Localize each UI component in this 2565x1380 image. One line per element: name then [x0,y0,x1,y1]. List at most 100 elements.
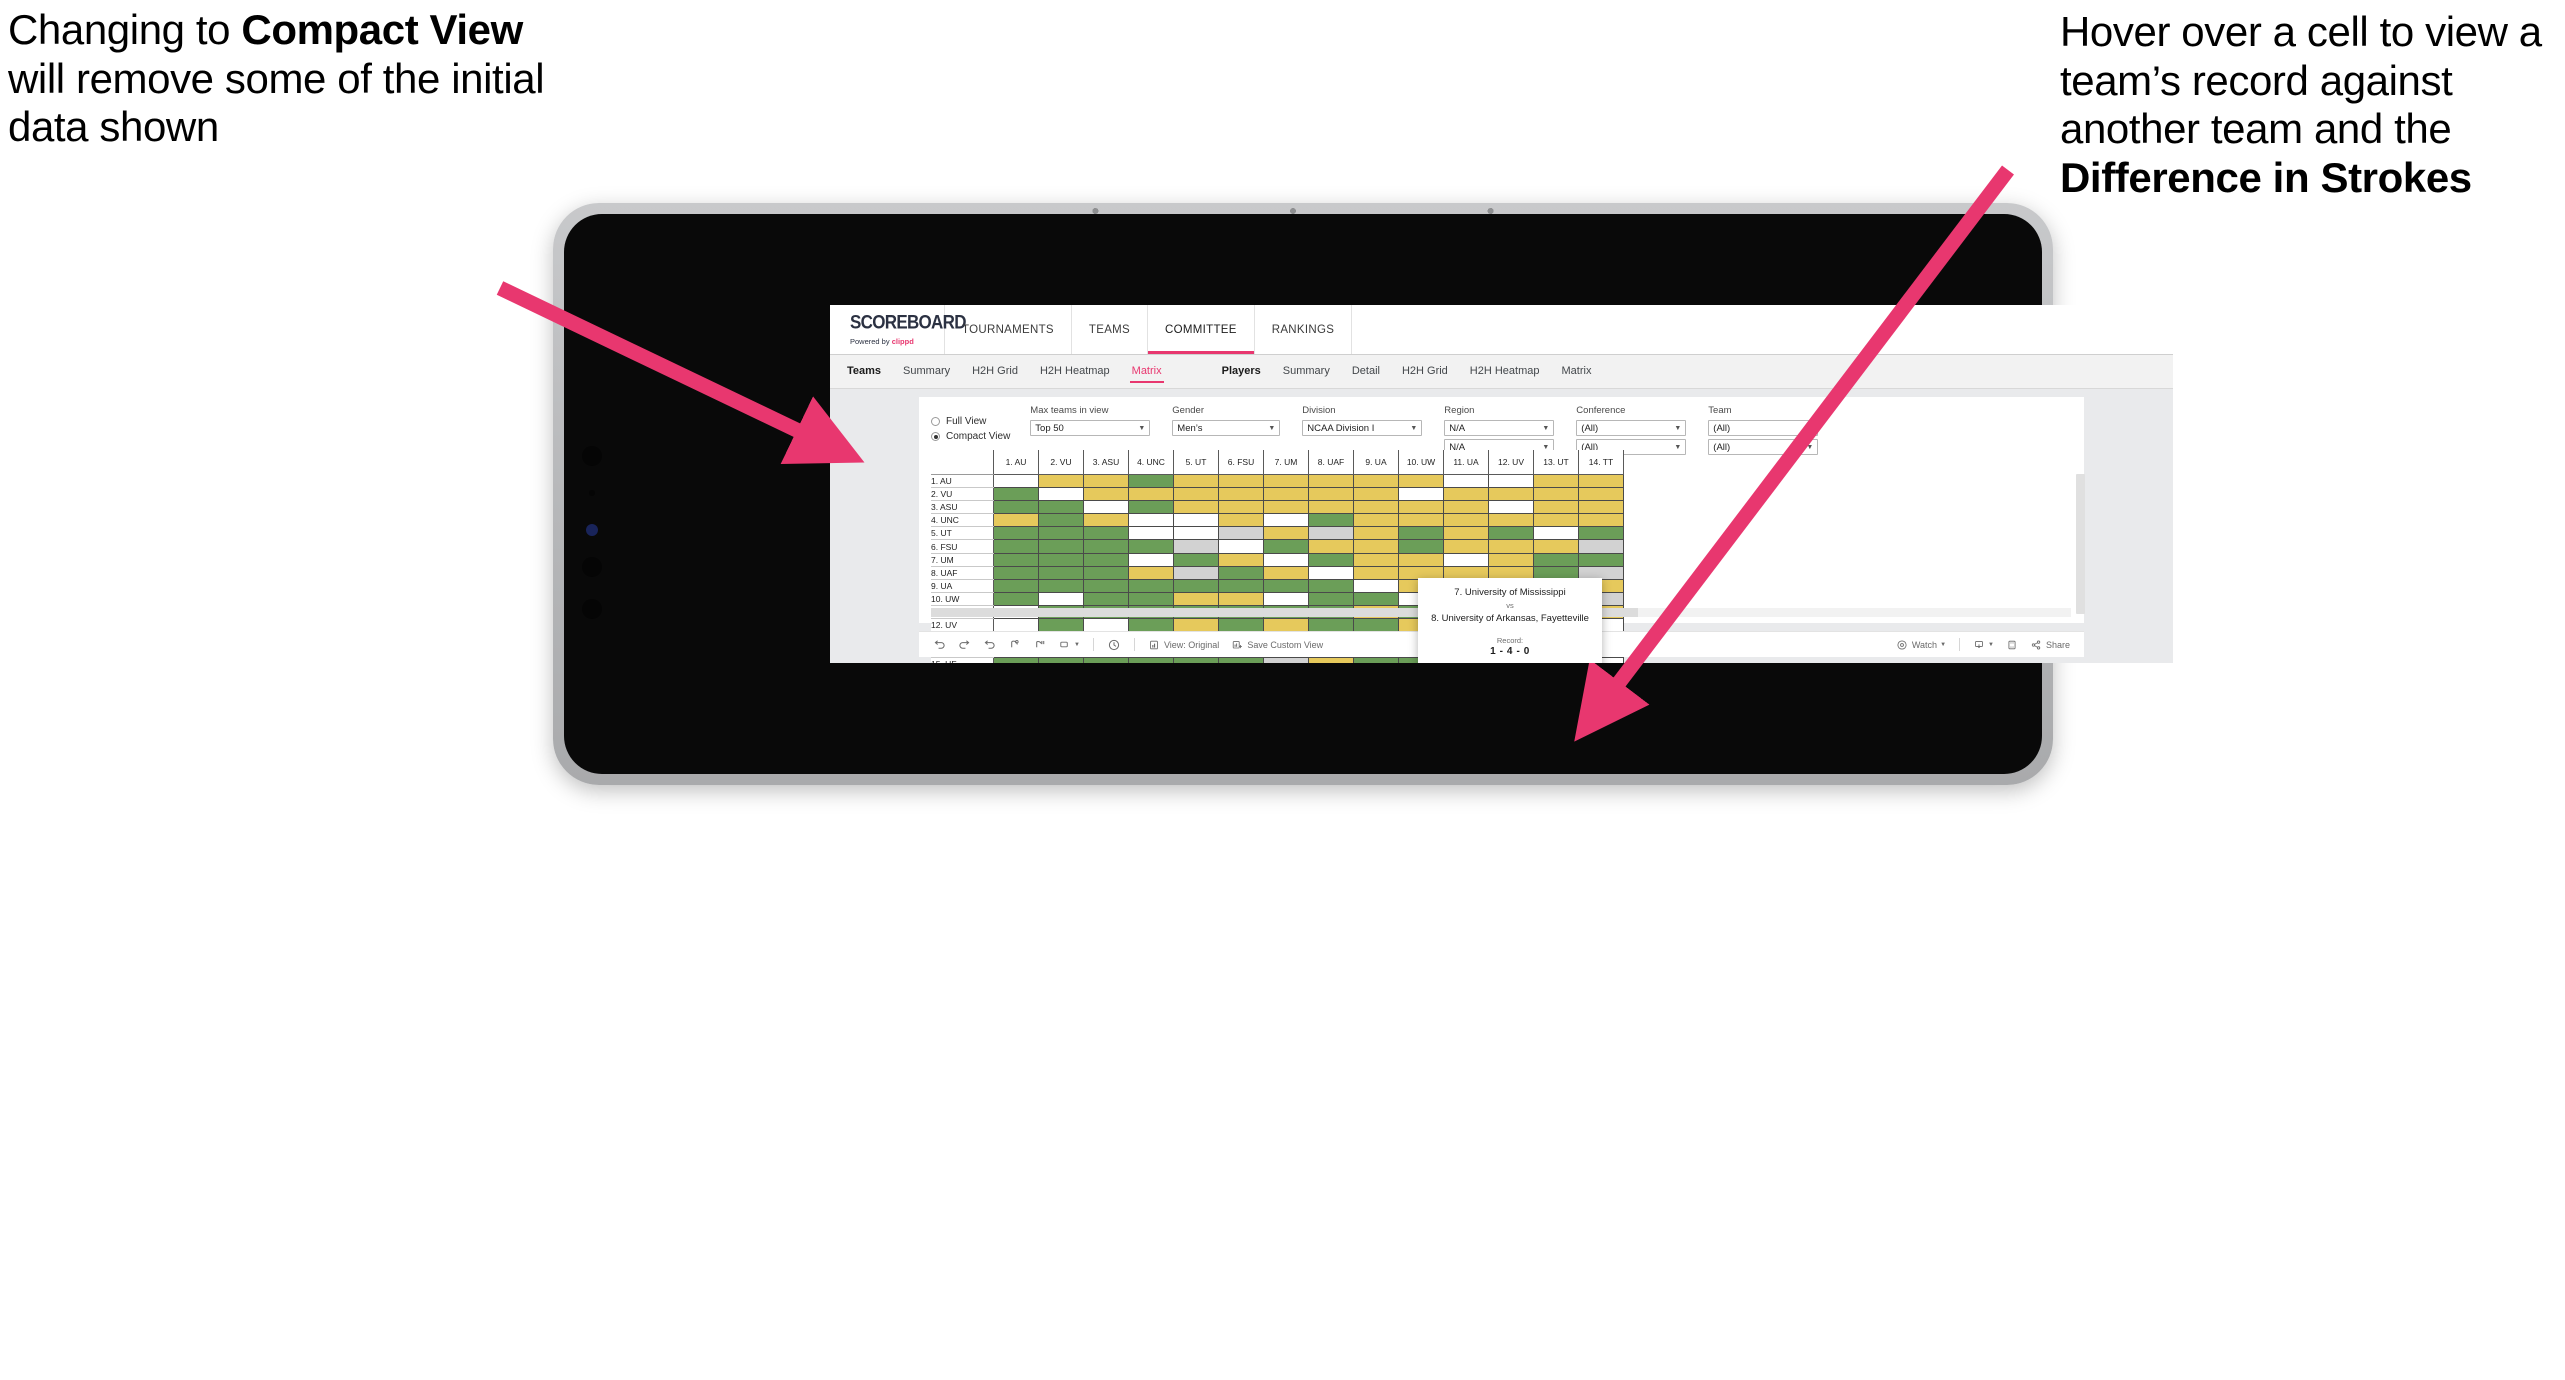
matrix-cell[interactable] [1083,500,1129,515]
matrix-cell[interactable] [1263,474,1309,489]
matrix-cell[interactable] [1533,526,1579,541]
matrix-cell[interactable] [1083,487,1129,502]
matrix-row-header[interactable]: 6. FSU [931,539,994,554]
matrix-cell[interactable] [1578,474,1624,489]
matrix-cell[interactable] [1308,526,1354,541]
matrix-cell[interactable] [1308,618,1354,633]
matrix-cell[interactable] [1128,579,1174,593]
matrix-cell[interactable] [1353,566,1399,580]
gender-dropdown[interactable]: Men’s ▼ [1172,420,1281,436]
matrix-cell[interactable] [1443,513,1489,528]
matrix-cell[interactable] [1173,539,1219,554]
matrix-cell[interactable] [1083,539,1129,554]
matrix-col-header[interactable]: 14. TT [1578,450,1624,475]
brand-logo[interactable]: SCOREBOARD Powered by clippd [830,305,966,354]
matrix-cell[interactable] [1263,539,1309,554]
matrix-cell[interactable] [993,539,1039,554]
subtab-players-h2h-heatmap[interactable]: H2H Heatmap [1459,355,1551,388]
matrix-cell[interactable] [1263,579,1309,593]
matrix-cell[interactable] [1263,566,1309,580]
subtab-teams-h2h-heatmap[interactable]: H2H Heatmap [1029,355,1121,388]
matrix-cell[interactable] [1218,566,1264,580]
redo-button[interactable] [952,638,977,651]
matrix-cell[interactable] [1173,474,1219,489]
division-dropdown[interactable]: NCAA Division I ▼ [1302,420,1423,436]
matrix-cell[interactable] [1308,513,1354,528]
matrix-cell[interactable] [1533,513,1579,528]
matrix-cell[interactable] [1533,474,1579,489]
matrix-cell[interactable] [1398,474,1444,489]
matrix-cell[interactable] [1038,657,1084,663]
matrix-cell[interactable] [1218,474,1264,489]
nav-item-teams[interactable]: TEAMS [1072,305,1149,354]
matrix-cell[interactable] [1128,539,1174,554]
matrix-cell[interactable] [1308,579,1354,593]
matrix-col-header[interactable]: 7. UM [1263,450,1309,475]
matrix-cell[interactable] [1353,592,1399,606]
matrix-cell[interactable] [1488,513,1534,528]
pause-updates-button[interactable] [1101,638,1127,652]
matrix-cell[interactable] [1038,487,1084,502]
undo-button[interactable] [927,638,952,651]
watch-button[interactable]: Watch ▼ [1890,639,1952,651]
radio-full-view[interactable]: Full View [931,416,1010,427]
team-dropdown-1[interactable]: (All) ▼ [1708,420,1819,436]
matrix-cell[interactable] [1083,474,1129,489]
download-button[interactable]: ▼ [1967,639,2000,651]
matrix-cell[interactable] [1128,566,1174,580]
matrix-cell[interactable] [1038,579,1084,593]
matrix-cell[interactable] [1038,566,1084,580]
matrix-cell[interactable] [1038,618,1084,633]
matrix-cell[interactable] [1353,553,1399,567]
matrix-cell[interactable] [1398,539,1444,554]
matrix-cell[interactable] [1038,553,1084,567]
matrix-col-header[interactable]: 5. UT [1173,450,1219,475]
matrix-cell[interactable] [1353,513,1399,528]
matrix-col-header[interactable]: 1. AU [993,450,1039,475]
matrix-cell[interactable] [1083,592,1129,606]
matrix-cell[interactable] [1083,657,1129,663]
nav-item-rankings[interactable]: RANKINGS [1255,305,1353,354]
matrix-cell[interactable] [1398,553,1444,567]
matrix-cell[interactable] [1173,500,1219,515]
matrix-cell[interactable] [1263,553,1309,567]
matrix-row-header[interactable]: 5. UT [931,526,994,541]
matrix-cell[interactable] [1173,513,1219,528]
subtab-teams-h2h-grid[interactable]: H2H Grid [961,355,1029,388]
matrix-cell[interactable] [1308,657,1354,663]
matrix-cell[interactable] [1443,539,1489,554]
matrix-cell[interactable] [1398,487,1444,502]
view-original-button[interactable]: View: Original [1142,639,1225,651]
matrix-cell[interactable] [1353,657,1399,663]
matrix-row-header[interactable]: 9. UA [931,579,994,593]
matrix-cell[interactable] [1578,487,1624,502]
matrix-cell[interactable] [1038,474,1084,489]
matrix-cell[interactable] [1218,618,1264,633]
max-teams-dropdown[interactable]: Top 50 ▼ [1030,420,1151,436]
matrix-cell[interactable] [993,474,1039,489]
matrix-cell[interactable] [1128,474,1174,489]
matrix-row-header[interactable]: 15. UF [931,657,994,663]
matrix-cell[interactable] [1173,657,1219,663]
matrix-row-header[interactable]: 7. UM [931,553,994,567]
matrix-cell[interactable] [1488,487,1534,502]
matrix-cell[interactable] [1128,553,1174,567]
matrix-cell[interactable] [1128,592,1174,606]
matrix-cell[interactable] [1173,487,1219,502]
matrix-cell[interactable] [1398,500,1444,515]
refresh-button[interactable] [1002,638,1027,651]
matrix-col-header[interactable]: 10. UW [1398,450,1444,475]
matrix-cell[interactable] [1353,487,1399,502]
matrix-cell[interactable] [1533,553,1579,567]
matrix-cell[interactable] [1173,566,1219,580]
revert-button[interactable] [977,638,1002,651]
matrix-cell[interactable] [1353,500,1399,515]
matrix-cell[interactable] [1443,500,1489,515]
matrix-cell[interactable] [1173,592,1219,606]
matrix-row-header[interactable]: 1. AU [931,474,994,489]
matrix-cell[interactable] [1218,526,1264,541]
new-worksheet-button[interactable]: ▼ [1052,638,1086,651]
matrix-cell[interactable] [1533,500,1579,515]
matrix-cell[interactable] [1083,566,1129,580]
matrix-cell[interactable] [1038,592,1084,606]
